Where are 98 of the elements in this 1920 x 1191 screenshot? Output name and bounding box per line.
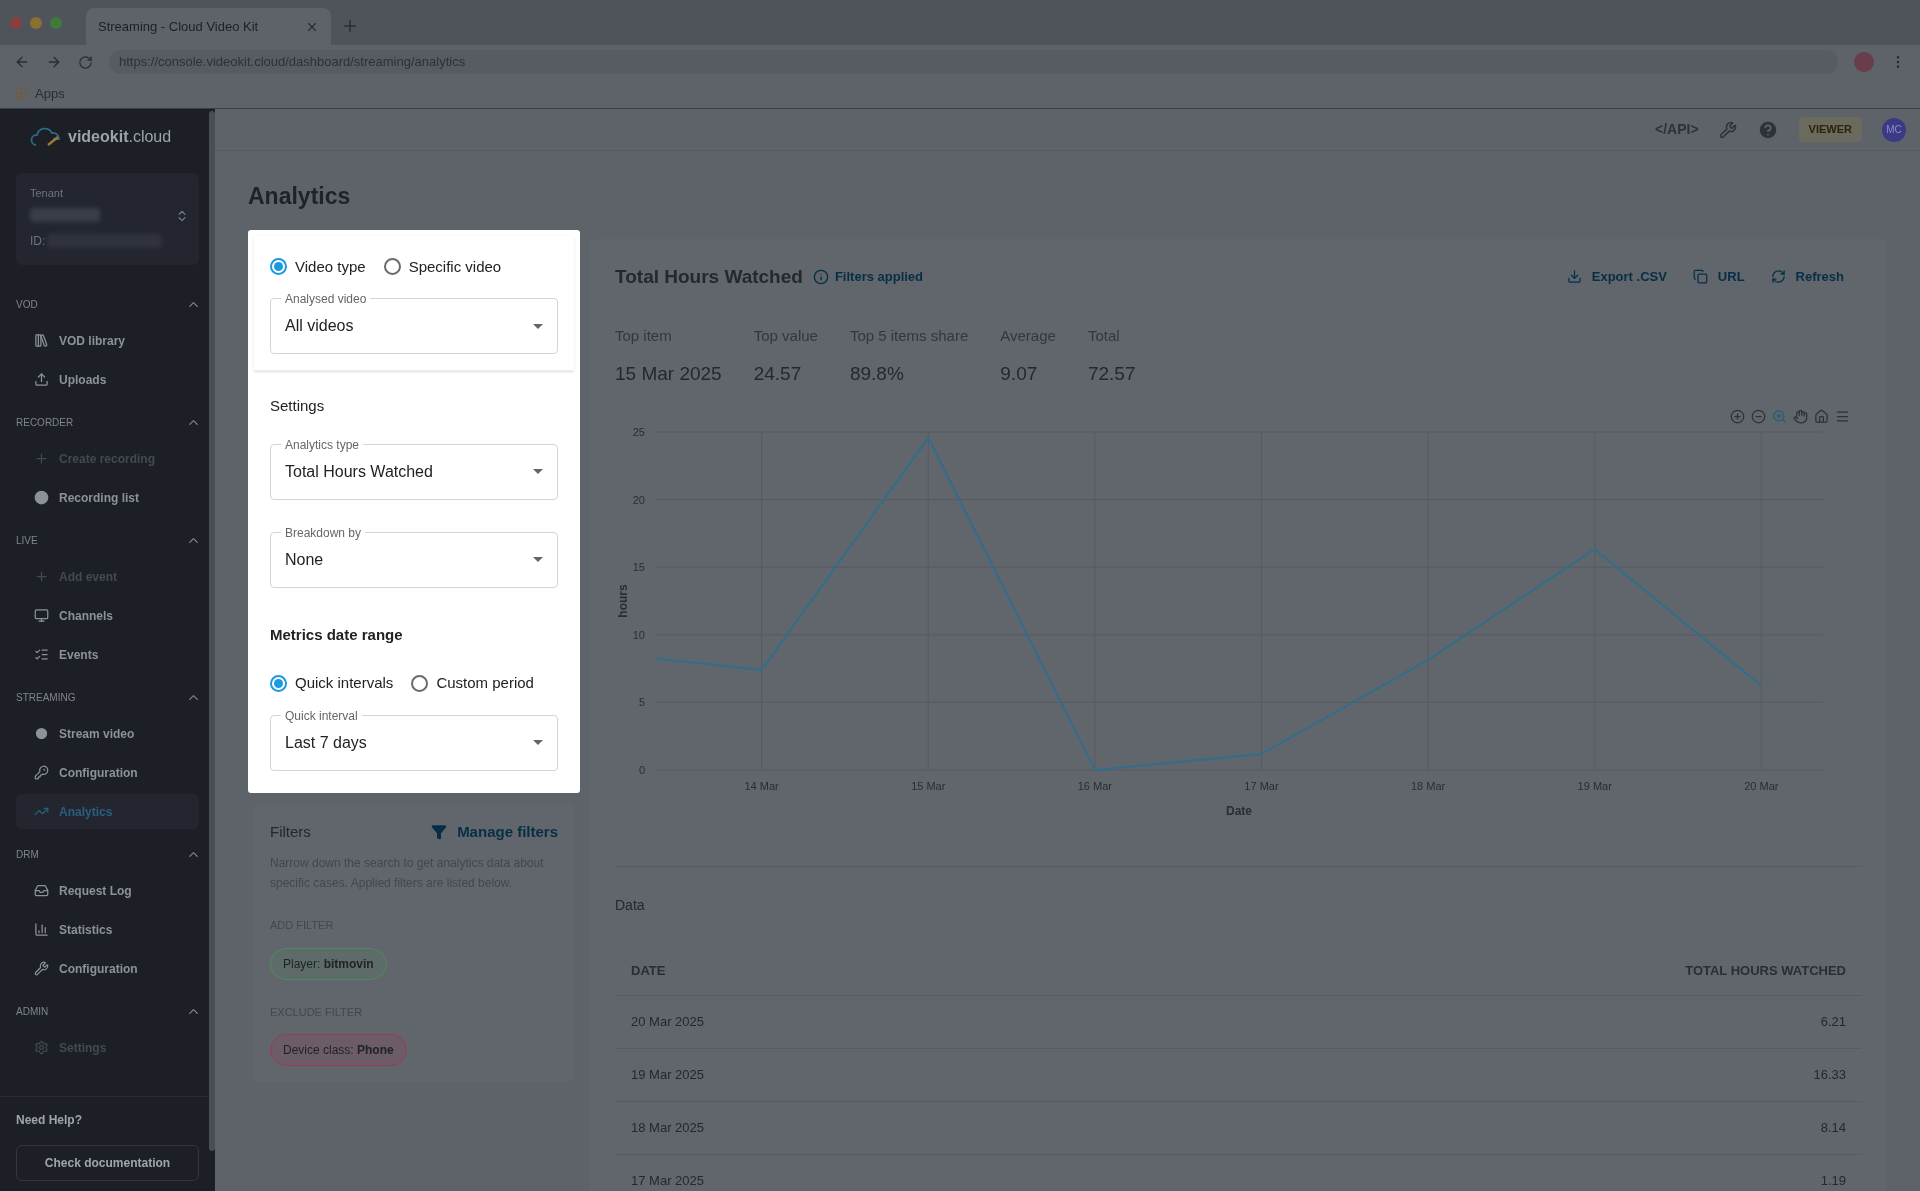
section-header[interactable]: VOD	[0, 287, 207, 321]
nav-item[interactable]: VOD library	[16, 323, 199, 358]
key-icon	[34, 765, 49, 780]
wrench-icon	[34, 961, 49, 976]
section-title: Settings	[270, 396, 326, 416]
nav-item[interactable]: Configuration	[16, 755, 199, 790]
x-tick-label: 17 Mar	[1244, 780, 1279, 792]
apps-grid-icon	[14, 86, 29, 101]
radio-option[interactable]: Quick intervals	[270, 672, 394, 695]
report-action-button[interactable]: URL	[1692, 267, 1745, 287]
report-action-button[interactable]: Refresh	[1770, 267, 1844, 287]
upload-icon	[34, 372, 49, 387]
list-icon	[34, 647, 49, 662]
help-title: Need Help?	[16, 1112, 83, 1129]
section-header[interactable]: RECORDER	[0, 405, 207, 439]
zoom-out-icon[interactable]	[1751, 408, 1766, 424]
report-title: Total Hours Watched	[615, 264, 803, 289]
x-axis-title: Date	[1226, 804, 1252, 818]
nav-item[interactable]: Channels	[16, 598, 199, 633]
profile-avatar[interactable]	[1854, 52, 1874, 72]
table-cell-text: 8.14	[1820, 1119, 1846, 1138]
nav-item[interactable]: Recording list	[16, 480, 199, 515]
bar-chart-icon	[34, 922, 49, 937]
dropdown-caret-icon	[533, 557, 543, 562]
wrench-icon[interactable]	[1718, 120, 1737, 139]
download-icon	[1566, 269, 1582, 285]
section-title: Metrics date range	[270, 624, 404, 645]
table-cell-text: 18 Mar 2025	[631, 1119, 704, 1138]
section-header[interactable]: DRM	[0, 837, 207, 871]
nav-item[interactable]: Statistics	[16, 912, 199, 947]
tenant-selector[interactable]: Tenant ID:	[16, 173, 199, 265]
page-title: Analytics	[248, 182, 352, 211]
help-icon[interactable]	[1756, 118, 1779, 141]
filters-applied-note[interactable]: Filters applied	[812, 267, 924, 287]
reload-icon[interactable]	[78, 54, 93, 70]
data-title: Data	[615, 896, 646, 915]
column-header: TOTAL HOURS WATCHED	[1685, 961, 1846, 980]
table-cell-text: 19 Mar 2025	[631, 1066, 704, 1085]
stat-value: 24.57	[753, 361, 803, 386]
column-header: DATE	[631, 961, 666, 980]
stat-value: 15 Mar 2025	[615, 361, 722, 386]
nav-item[interactable]: Uploads	[16, 362, 199, 397]
table-cell-text: 20 Mar 2025	[631, 1013, 704, 1032]
forward-icon[interactable]	[46, 54, 62, 70]
user-avatar[interactable]: MC	[1882, 117, 1906, 142]
zoom-in-icon[interactable]	[1730, 408, 1745, 424]
y-axis-title: hours	[616, 584, 630, 618]
library-icon	[34, 333, 49, 348]
copy-icon	[1692, 269, 1708, 285]
filter-chip[interactable]: Player: bitmovin	[270, 947, 387, 980]
stat-value: 89.8%	[849, 361, 905, 386]
table-cell-text: 1.19	[1820, 1172, 1846, 1191]
scrollbar[interactable]	[209, 111, 215, 1151]
nav-item[interactable]: Request Log	[16, 873, 199, 908]
section-header[interactable]: ADMIN	[0, 994, 207, 1028]
radio-option[interactable]: Specific video	[383, 255, 502, 278]
filter-chip[interactable]: Device class: Phone	[270, 1034, 407, 1066]
home-icon[interactable]	[1814, 408, 1829, 424]
nav-item[interactable]: Stream video	[16, 716, 199, 751]
brand-logo-text: videokit.cloud	[68, 127, 172, 147]
report-action-button[interactable]: Export .CSV	[1566, 267, 1667, 287]
filters-title: Filters	[270, 821, 311, 842]
table-cell-text: 16.33	[1813, 1066, 1846, 1085]
dropdown-caret-icon	[533, 740, 543, 745]
check-documentation-button[interactable]: Check documentation	[16, 1145, 199, 1181]
back-icon[interactable]	[14, 54, 30, 70]
redacted-value	[30, 207, 100, 222]
menu-icon[interactable]	[1835, 408, 1850, 424]
manage-filters-link[interactable]: Manage filters	[431, 820, 558, 843]
table-cell-text: 6.21	[1820, 1013, 1846, 1032]
monitor-icon	[34, 608, 49, 623]
dropdown-caret-icon	[533, 323, 543, 329]
nav-item[interactable]: Events	[16, 637, 199, 672]
x-tick-label: 14 Mar	[744, 780, 779, 792]
magnifier-icon[interactable]	[1772, 408, 1787, 424]
settings-icon	[34, 1040, 49, 1055]
role-badge: VIEWER	[1798, 117, 1862, 142]
section-header[interactable]: LIVE	[0, 523, 207, 557]
nav-item[interactable]: Configuration	[16, 951, 199, 986]
new-tab-icon[interactable]	[341, 17, 359, 35]
stat-value: 72.57	[1087, 361, 1136, 386]
hand-icon[interactable]	[1793, 408, 1808, 424]
tray-icon	[34, 883, 49, 898]
radio-option[interactable]: Custom period	[411, 672, 534, 695]
plus-icon	[34, 569, 49, 584]
plus-icon	[34, 451, 49, 466]
browser-tab[interactable]: Streaming - Cloud Video Kit	[86, 8, 331, 45]
table-cell-text: 17 Mar 2025	[631, 1172, 704, 1191]
x-tick-label: 20 Mar	[1744, 780, 1779, 792]
info-icon	[812, 268, 829, 285]
stat-value: 9.07	[1000, 361, 1039, 386]
radio-option[interactable]: Video type	[270, 255, 366, 278]
funnel-icon	[431, 823, 448, 840]
dot-icon	[34, 490, 49, 505]
refresh-icon	[1770, 269, 1786, 285]
x-tick-label: 15 Mar	[911, 780, 946, 792]
section-header[interactable]: STREAMING	[0, 680, 207, 714]
dropdown-caret-icon	[533, 469, 543, 474]
